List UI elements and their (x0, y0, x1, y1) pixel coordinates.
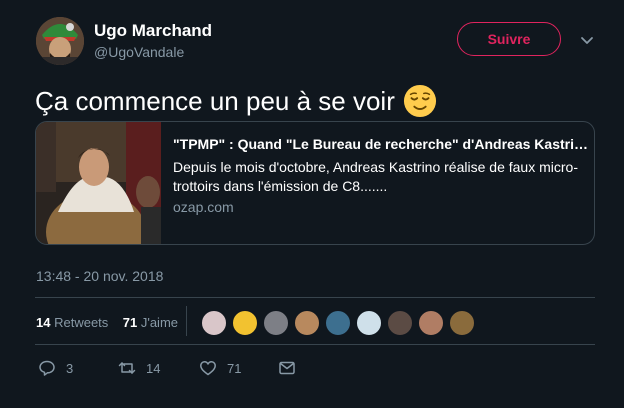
reply-button[interactable]: 3 (38, 359, 73, 377)
chevron-down-icon[interactable] (579, 32, 595, 48)
retweets-label: Retweets (54, 315, 109, 330)
liker-avatar[interactable] (387, 310, 413, 336)
card-thumbnail (36, 122, 161, 244)
retweet-button[interactable]: 14 (118, 359, 160, 377)
liker-avatar[interactable] (418, 310, 444, 336)
user-handle[interactable]: @UgoVandale (94, 44, 184, 60)
card-domain: ozap.com (173, 199, 234, 215)
retweet-count: 14 (146, 360, 161, 376)
tweet-text: Ça commence un peu à se voir (35, 84, 437, 118)
display-name[interactable]: Ugo Marchand (94, 21, 212, 41)
liker-avatar[interactable] (201, 310, 227, 336)
liker-avatar[interactable] (356, 310, 382, 336)
direct-message-button[interactable] (278, 359, 306, 377)
card-title[interactable]: "TPMP" : Quand "Le Bureau de recherche" … (173, 136, 588, 152)
mail-icon (279, 361, 295, 375)
relieved-face-emoji (403, 84, 436, 118)
liker-avatar[interactable] (263, 310, 289, 336)
likes-label: J'aime (140, 315, 179, 330)
link-card[interactable]: "TPMP" : Quand "Le Bureau de recherche" … (35, 121, 595, 245)
reply-count: 3 (66, 360, 74, 376)
retweet-icon (118, 362, 136, 374)
reply-icon (39, 360, 55, 376)
tweet-text-content: Ça commence un peu à se voir (35, 85, 395, 116)
liker-avatars (201, 310, 480, 336)
likes-count: 71 (122, 315, 138, 330)
divider (35, 344, 595, 345)
engagement-stats: 14 Retweets 71 J'aime (36, 315, 178, 330)
retweets-stat[interactable]: 14 Retweets (36, 315, 108, 330)
follow-button[interactable]: Suivre (457, 22, 561, 56)
avatar[interactable] (36, 17, 84, 65)
divider (35, 297, 595, 298)
retweets-count: 14 (36, 315, 51, 330)
like-count: 71 (227, 360, 242, 376)
liker-avatar[interactable] (449, 310, 475, 336)
heart-icon (200, 361, 216, 376)
card-description: Depuis le mois d'octobre, Andreas Kastri… (173, 159, 578, 194)
liker-avatar[interactable] (232, 310, 258, 336)
tweet-timestamp[interactable]: 13:48 - 20 nov. 2018 (36, 268, 163, 284)
likes-stat[interactable]: 71 J'aime (123, 315, 178, 330)
stats-separator (186, 306, 187, 336)
liker-avatar[interactable] (325, 310, 351, 336)
liker-avatar[interactable] (294, 310, 320, 336)
like-button[interactable]: 71 (199, 359, 241, 377)
